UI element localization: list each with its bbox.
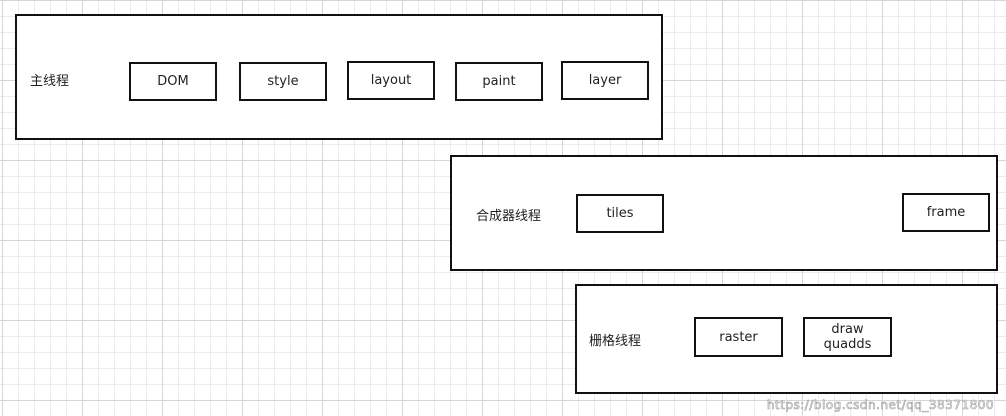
compositor-thread-label: 合成器线程 [476,209,542,224]
frame-node: frame [902,193,990,232]
dom-node: DOM [129,62,217,101]
watermark: https://blog.csdn.net/qq_38371800 [766,398,994,413]
draw-quads-line-2: quadds [823,337,872,352]
paint-node: paint [455,62,543,101]
layout-node: layout [347,61,435,100]
style-node: style [239,62,327,101]
raster-thread-label: 栅格线程 [589,334,642,349]
raster-node: raster [694,317,783,357]
layer-node: layer [561,61,649,100]
draw-quads-node: draw quadds [803,317,892,357]
main-thread-container: 主线程 DOM style layout paint layer [15,14,663,140]
compositor-thread-container: 合成器线程 tiles frame [450,155,998,271]
raster-thread-container: 栅格线程 raster draw quadds [575,284,998,394]
tiles-node: tiles [576,194,664,233]
draw-quads-line-1: draw [831,322,864,337]
main-thread-label: 主线程 [30,74,70,89]
